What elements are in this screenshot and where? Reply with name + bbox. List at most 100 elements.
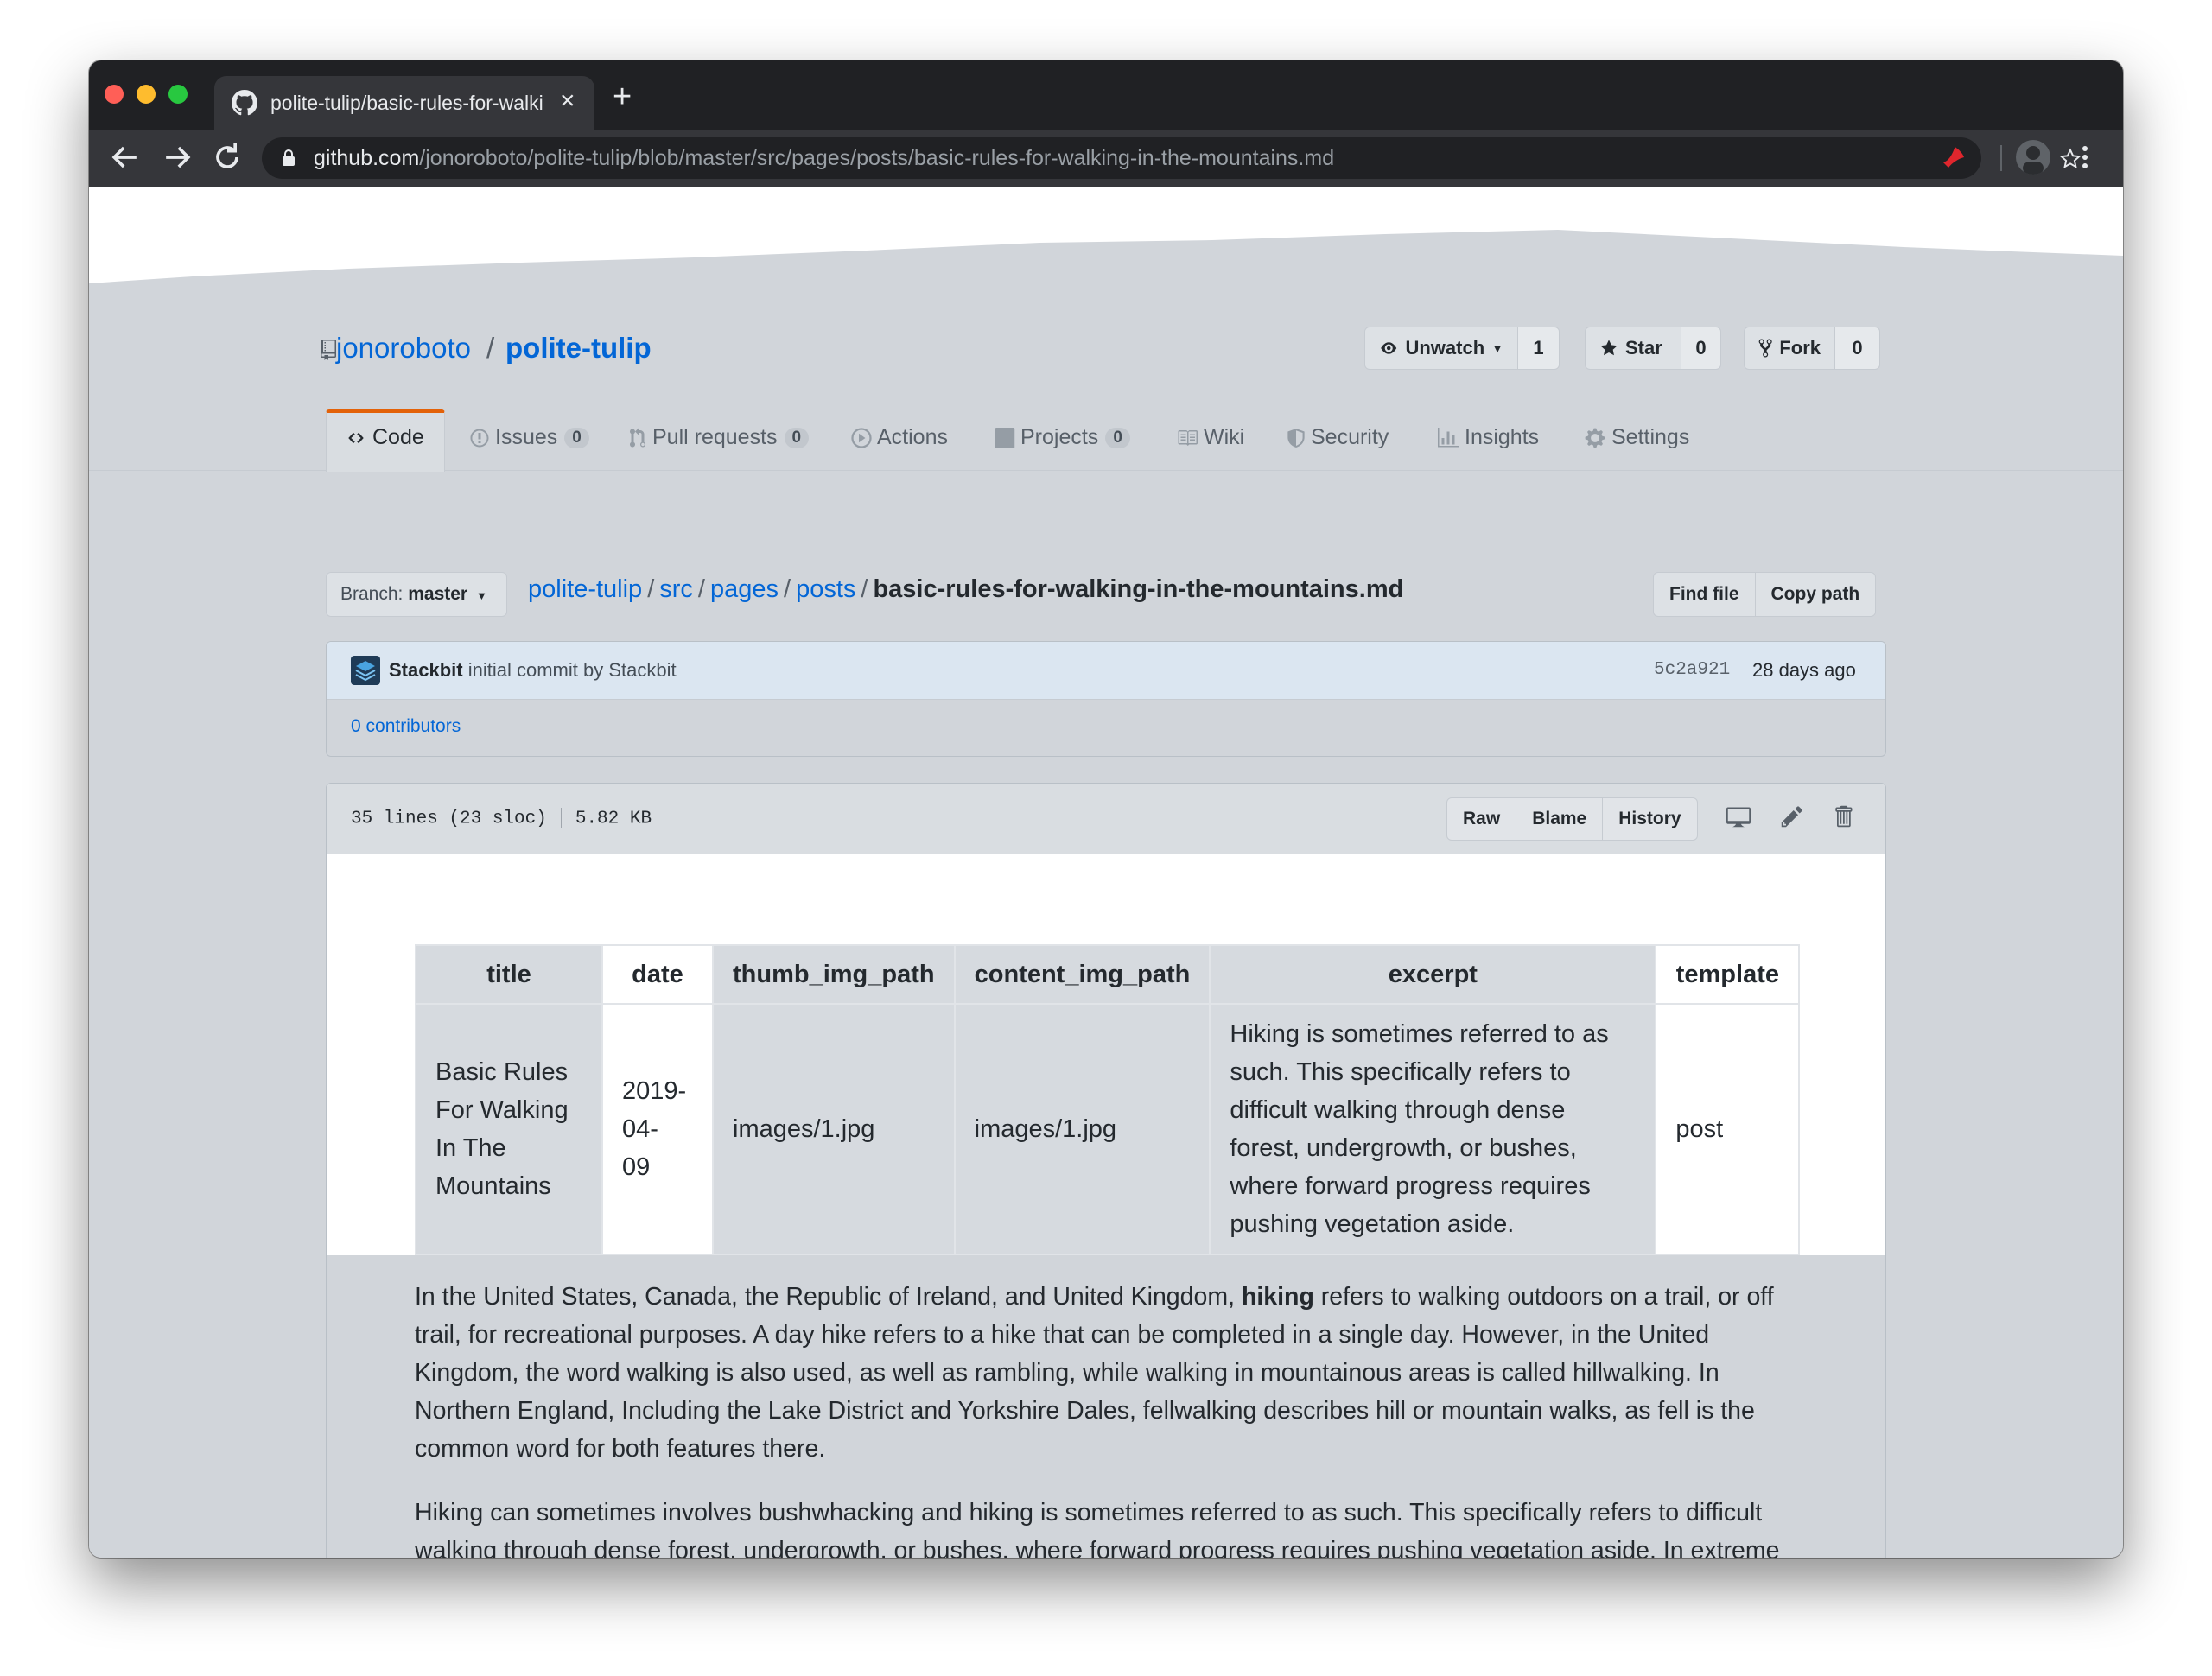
browser-menu-icon[interactable] <box>2076 140 2094 175</box>
tab-projects[interactable]: Projects 0 <box>995 425 1130 450</box>
raw-button[interactable]: Raw <box>1446 797 1517 841</box>
content-paragraph-2: Hiking can sometimes involves bushwhacki… <box>415 1499 1780 1558</box>
browser-tab[interactable]: polite-tulip/basic-rules-for-walking-in-… <box>214 76 594 130</box>
paragraph-text: In the United States, Canada, the Republ… <box>415 1283 1236 1311</box>
title-line: Basic Rules <box>435 1058 569 1086</box>
header-title: title <box>415 944 603 1005</box>
header-content-img-path: content_img_path <box>953 944 1211 1005</box>
extension-icon[interactable] <box>1938 142 1969 173</box>
cell-title: Basic Rules For Walking In The Mountains <box>415 1003 603 1255</box>
contributors-link[interactable]: 0 contributors <box>351 716 461 737</box>
pencil-icon[interactable] <box>1780 804 1804 828</box>
paragraph-bold-text: hiking <box>1241 1283 1314 1311</box>
watch-group: Unwatch ▼ 1 <box>1364 327 1560 371</box>
excerpt-line: difficult walking through dense <box>1230 1096 1566 1124</box>
title-line: For Walking <box>435 1096 569 1124</box>
fork-button[interactable]: Fork <box>1744 327 1835 370</box>
forward-icon[interactable] <box>158 138 196 176</box>
header-date: date <box>601 944 714 1005</box>
title-line: In The <box>435 1134 506 1162</box>
breadcrumb-posts-link[interactable]: posts <box>796 575 855 603</box>
breadcrumb-separator: / <box>697 575 705 603</box>
date-line: 04- <box>622 1115 658 1143</box>
find-file-button[interactable]: Find file <box>1653 572 1756 617</box>
breadcrumb-src-link[interactable]: src <box>659 575 693 603</box>
fork-count[interactable]: 0 <box>1835 327 1880 370</box>
profile-avatar[interactable] <box>2016 140 2050 175</box>
commit-message-link[interactable]: initial commit by Stackbit <box>468 659 677 681</box>
repo-name-link[interactable]: polite-tulip <box>505 332 652 365</box>
branch-select-button[interactable]: Branch: master ▼ <box>326 572 507 617</box>
cell-date: 2019- 04- 09 <box>601 1003 714 1255</box>
tab-pull-requests-label: Pull requests <box>652 425 778 449</box>
file-info: 35 lines (23 sloc) 5.82 KB <box>351 808 652 829</box>
header-thumb-img-path: thumb_img_path <box>712 944 956 1005</box>
tab-strip: polite-tulip/basic-rules-for-walking-in-… <box>89 60 2123 130</box>
close-window-button[interactable] <box>105 85 124 104</box>
file-info-divider <box>560 808 562 828</box>
content-paragraph-1: In the United States, Canada, the Republ… <box>415 1278 1797 1468</box>
blame-button[interactable]: Blame <box>1516 797 1604 841</box>
breadcrumb-root-link[interactable]: polite-tulip <box>528 575 642 603</box>
tab-actions[interactable]: Actions <box>851 425 948 450</box>
branch-name: master <box>408 584 468 604</box>
file-size: 5.82 KB <box>575 809 652 829</box>
watch-count[interactable]: 1 <box>1518 327 1560 370</box>
desktop-icon[interactable] <box>1725 804 1752 828</box>
github-icon <box>232 90 257 116</box>
title-line: Mountains <box>435 1172 551 1200</box>
tab-settings[interactable]: Settings <box>1584 425 1689 450</box>
tab-security[interactable]: Security <box>1287 425 1389 450</box>
caret-down-icon: ▼ <box>1491 341 1503 355</box>
file-actions: Raw Blame History <box>1446 797 1698 841</box>
commit-message: Stackbit initial commit by Stackbit <box>389 659 677 682</box>
history-button[interactable]: History <box>1603 797 1698 841</box>
repo-owner-link[interactable]: jonoroboto <box>336 332 471 365</box>
minimize-window-button[interactable] <box>137 85 156 104</box>
close-tab-icon[interactable]: × <box>560 88 575 114</box>
star-count[interactable]: 0 <box>1681 327 1721 370</box>
trash-icon[interactable] <box>1832 804 1854 828</box>
branch-prefix: Branch: <box>340 584 404 604</box>
star-button[interactable]: Star <box>1585 327 1681 370</box>
author-avatar[interactable] <box>351 656 380 685</box>
cell-thumb-img-path: images/1.jpg <box>712 1003 956 1255</box>
tab-code[interactable]: Code <box>345 425 424 450</box>
page-viewport: jonoroboto / polite-tulip Unwatch ▼ 1 St… <box>89 187 2123 1558</box>
frontmatter-header-row: title date thumb_img_path content_img_pa… <box>415 944 1801 1005</box>
latest-commit-box: Stackbit initial commit by Stackbit 5c2a… <box>326 641 1886 757</box>
tab-insights[interactable]: Insights <box>1437 425 1539 450</box>
tab-issues[interactable]: Issues 0 <box>469 425 589 450</box>
breadcrumb-pages-link[interactable]: pages <box>710 575 779 603</box>
address-bar[interactable]: github.com/jonoroboto/polite-tulip/blob/… <box>262 137 2082 179</box>
tab-wiki[interactable]: Wiki <box>1176 425 1244 450</box>
excerpt-line: where forward progress requires <box>1230 1172 1591 1200</box>
tab-insights-label: Insights <box>1465 425 1540 449</box>
commit-author-link[interactable]: Stackbit <box>389 659 463 681</box>
repo-nav: Code Issues 0 Pull requests 0 Actions Pr… <box>89 409 2123 472</box>
caret-down-icon: ▼ <box>475 589 487 602</box>
new-tab-icon[interactable]: + <box>613 80 632 113</box>
back-icon[interactable] <box>106 138 144 176</box>
markdown-body: title date thumb_img_path content_img_pa… <box>327 854 1885 1558</box>
fork-icon <box>1758 339 1772 358</box>
tab-title: polite-tulip/basic-rules-for-walking-in-… <box>270 92 543 114</box>
star-icon <box>1600 340 1618 356</box>
graph-icon <box>1438 427 1459 447</box>
tab-pull-requests[interactable]: Pull requests 0 <box>628 425 810 450</box>
reload-icon[interactable] <box>208 138 246 176</box>
breadcrumb-separator: / <box>647 575 655 603</box>
url-host: github.com <box>314 146 420 170</box>
copy-path-button[interactable]: Copy path <box>1755 572 1877 617</box>
projects-count: 0 <box>1105 427 1130 448</box>
unwatch-button[interactable]: Unwatch ▼ <box>1364 327 1518 370</box>
cell-template: post <box>1655 1003 1801 1255</box>
commit-sha-link[interactable]: 5c2a921 <box>1654 660 1730 680</box>
tab-security-label: Security <box>1311 425 1389 449</box>
page-header-band <box>89 187 2123 283</box>
cell-excerpt: Hiking is sometimes referred to as such.… <box>1209 1003 1657 1255</box>
maximize-window-button[interactable] <box>168 85 188 104</box>
project-icon <box>995 427 1015 448</box>
pull-request-icon <box>630 427 645 447</box>
browser-window: polite-tulip/basic-rules-for-walking-in-… <box>89 60 2123 1558</box>
